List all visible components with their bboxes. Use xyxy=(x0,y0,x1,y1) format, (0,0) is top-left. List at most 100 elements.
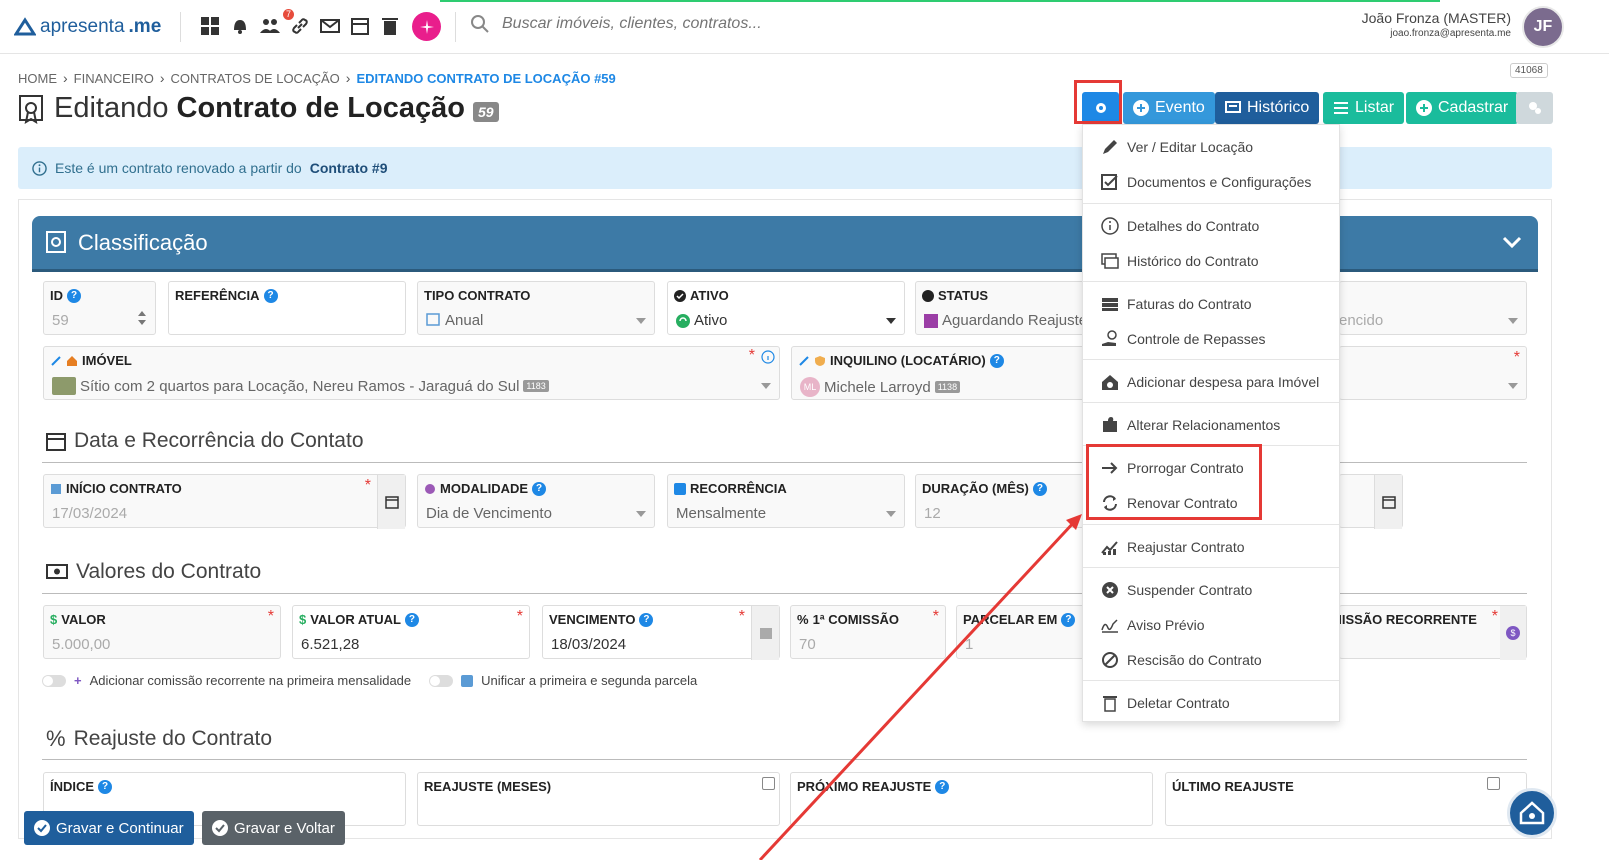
search-icon xyxy=(471,15,489,33)
link-icon[interactable] xyxy=(288,14,312,38)
help-icon[interactable]: ? xyxy=(263,288,278,303)
menu-item-detalhes[interactable]: Detalhes do Contrato xyxy=(1101,217,1259,235)
valor-atual-field[interactable]: $ VALOR ATUAL? * 6.521,28 xyxy=(292,605,530,659)
user-email: joao.fronza@apresenta.me xyxy=(1390,28,1511,39)
gears-icon xyxy=(1528,102,1541,114)
users-icon[interactable] xyxy=(258,14,282,38)
user-info[interactable]: João Fronza (MASTER) joao.fronza@apresen… xyxy=(1362,10,1511,39)
id-field[interactable]: ID? 59 xyxy=(43,281,156,335)
chevron-right-icon: › xyxy=(345,70,351,86)
imovel-select[interactable]: IMÓVEL * Sítio com 2 quartos para Locaçã… xyxy=(43,346,780,400)
avatar[interactable]: JF xyxy=(1522,6,1564,48)
help-icon[interactable]: ? xyxy=(1032,481,1047,496)
info-icon[interactable] xyxy=(761,350,775,364)
magic-icon[interactable] xyxy=(412,12,441,41)
cadastrar-button[interactable]: Cadastrar xyxy=(1406,92,1519,124)
calendar-icon[interactable] xyxy=(348,14,372,38)
required-star: * xyxy=(748,347,755,364)
menu-item-suspender[interactable]: Suspender Contrato xyxy=(1101,581,1252,599)
app-logo[interactable]: apresenta .me xyxy=(14,16,161,38)
vencimento-label: VENCIMENTO xyxy=(549,612,636,627)
modalidade-select[interactable]: MODALIDADE? Dia de Vencimento xyxy=(417,474,655,528)
spinner-icon[interactable] xyxy=(137,308,147,328)
ultimo-checkbox[interactable] xyxy=(1487,777,1500,790)
menu-item-documentos[interactable]: Documentos e Configurações xyxy=(1101,173,1311,191)
menu-item-despesa[interactable]: Adicionar despesa para Imóvel xyxy=(1101,373,1319,391)
calendar-button[interactable] xyxy=(1374,475,1402,529)
recorrencia-select[interactable]: RECORRÊNCIA Mensalmente xyxy=(667,474,905,528)
toggle-unificar-parcela[interactable] xyxy=(429,674,454,687)
evento-button[interactable]: Evento xyxy=(1123,92,1215,124)
gravar-voltar-label: Gravar e Voltar xyxy=(234,819,335,837)
tipo-contrato-select[interactable]: TIPO CONTRATO Anual xyxy=(417,281,655,335)
help-icon[interactable]: ? xyxy=(1061,612,1076,627)
info-text: Este é um contrato renovado a partir do xyxy=(55,160,302,176)
calendar-button[interactable] xyxy=(377,475,405,529)
reajuste-meses-field[interactable]: REAJUSTE (MESES) xyxy=(417,772,780,826)
valor-field[interactable]: $ VALOR * 5.000,00 xyxy=(43,605,281,659)
menu-label: Detalhes do Contrato xyxy=(1127,218,1260,234)
menu-item-aviso-previo[interactable]: Aviso Prévio xyxy=(1101,616,1205,634)
inicio-contrato-field[interactable]: INÍCIO CONTRATO * 17/03/2024 xyxy=(43,474,406,529)
help-icon[interactable]: ? xyxy=(67,288,81,303)
history-icon xyxy=(1101,253,1119,269)
menu-item-relacionamentos[interactable]: Alterar Relacionamentos xyxy=(1101,416,1280,434)
status-select[interactable]: STATUS Aguardando Reajuste xyxy=(915,281,1091,335)
required-star: * xyxy=(364,477,371,494)
comissao-recorrente-field[interactable]: MISSÃO RECORRENTE * $ xyxy=(1331,605,1527,660)
bell-icon[interactable] xyxy=(228,14,252,38)
listar-button[interactable]: Listar xyxy=(1323,92,1405,124)
floating-home-button[interactable] xyxy=(1507,788,1557,838)
gravar-continuar-button[interactable]: Gravar e Continuar xyxy=(24,811,194,845)
historico-button[interactable]: Histórico xyxy=(1215,92,1320,124)
breadcrumb-home[interactable]: HOME xyxy=(18,71,57,86)
menu-item-deletar[interactable]: Deletar Contrato xyxy=(1101,694,1230,712)
help-icon[interactable]: ? xyxy=(935,779,950,794)
help-icon[interactable]: ? xyxy=(404,612,419,627)
fim-contrato-field[interactable] xyxy=(1339,474,1403,529)
divider xyxy=(1083,281,1339,282)
referencia-label: REFERÊNCIA xyxy=(175,288,260,303)
money-icon xyxy=(46,564,68,579)
gravar-voltar-button[interactable]: Gravar e Voltar xyxy=(202,811,345,845)
help-icon[interactable]: ? xyxy=(989,353,1004,368)
menu-item-historico[interactable]: Histórico do Contrato xyxy=(1101,252,1259,270)
reajuste-checkbox[interactable] xyxy=(762,777,775,790)
parcelar-field[interactable]: PARCELAR EM? 1 xyxy=(956,605,1091,659)
vencido-select[interactable]: encido xyxy=(1339,281,1527,335)
comissao-field[interactable]: % 1ª COMISSÃO * 70 xyxy=(790,605,946,659)
divider xyxy=(1083,402,1339,403)
duracao-field[interactable]: DURAÇÃO (MÊS)? 12 xyxy=(915,474,1091,528)
gears-button[interactable] xyxy=(1516,92,1553,124)
menu-item-rescisao[interactable]: Rescisão do Contrato xyxy=(1101,651,1262,669)
ultimo-reajuste-field[interactable]: ÚLTIMO REAJUSTE xyxy=(1165,772,1527,826)
menu-item-ver-editar[interactable]: Ver / Editar Locação xyxy=(1101,138,1253,156)
vencimento-field[interactable]: VENCIMENTO? * 18/03/2024 xyxy=(542,605,780,660)
calendar-button[interactable] xyxy=(751,606,779,660)
gear-icon xyxy=(425,483,435,494)
ativo-select[interactable]: ATIVO Ativo xyxy=(667,281,905,335)
chevron-right-icon: › xyxy=(63,70,68,86)
menu-item-faturas[interactable]: Faturas do Contrato xyxy=(1101,295,1252,313)
trash-icon[interactable] xyxy=(378,14,402,38)
proprietario-select[interactable]: * xyxy=(1339,346,1527,400)
inquilino-select[interactable]: INQUILINO (LOCATÁRIO)? ML Michele Larroyd… xyxy=(791,346,1091,400)
search-input[interactable] xyxy=(502,15,922,33)
toggle-comissao-recorrente[interactable] xyxy=(42,674,66,687)
search-bar[interactable] xyxy=(470,14,922,34)
breadcrumb-contratos[interactable]: CONTRATOS DE LOCAÇÃO xyxy=(171,71,340,86)
dashboard-icon[interactable] xyxy=(198,14,222,38)
section-data-recorrencia: Data e Recorrência do Contato xyxy=(46,429,364,453)
help-icon[interactable]: ? xyxy=(639,612,654,627)
proximo-reajuste-field[interactable]: PRÓXIMO REAJUSTE? xyxy=(790,772,1153,826)
menu-item-repasses[interactable]: Controle de Repasses xyxy=(1101,330,1266,348)
chevron-down-icon[interactable] xyxy=(1500,230,1524,254)
help-icon[interactable]: ? xyxy=(532,481,547,496)
info-contract-link[interactable]: Contrato #9 xyxy=(310,160,388,176)
referencia-field[interactable]: REFERÊNCIA? xyxy=(168,281,406,335)
breadcrumb-financeiro[interactable]: FINANCEIRO xyxy=(74,71,154,86)
help-icon[interactable]: ? xyxy=(98,779,113,794)
comissao-value: 70 xyxy=(799,636,816,653)
menu-item-reajustar[interactable]: Reajustar Contrato xyxy=(1101,538,1245,556)
mail-icon[interactable] xyxy=(318,14,342,38)
